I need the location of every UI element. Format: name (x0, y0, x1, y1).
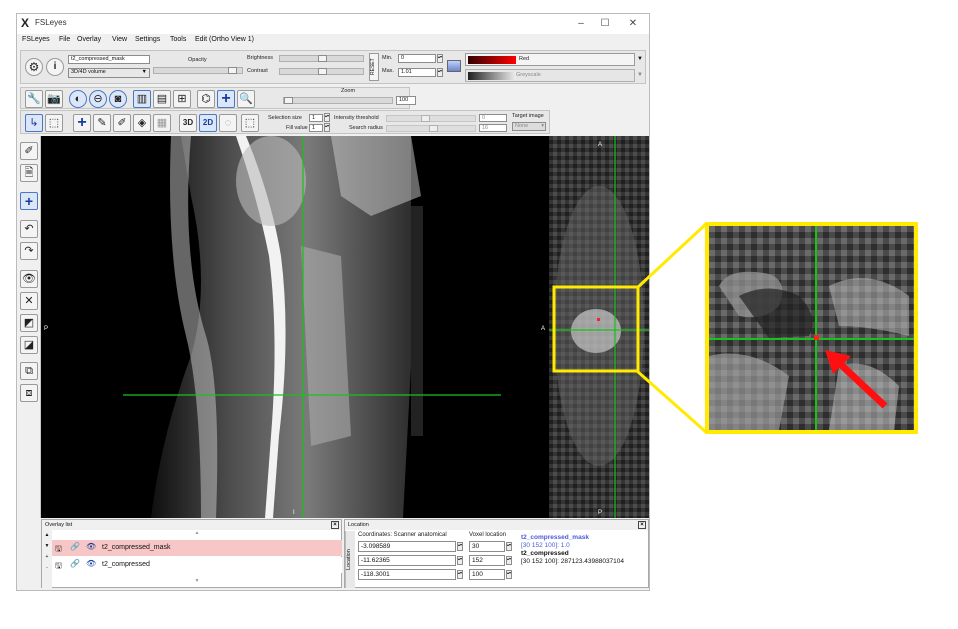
callout-line-bottom (636, 369, 707, 434)
zoom-inset-svg (709, 226, 914, 430)
inset-mask-voxel (814, 335, 819, 340)
zoom-inset (705, 222, 918, 434)
callout-line-top (635, 222, 708, 290)
